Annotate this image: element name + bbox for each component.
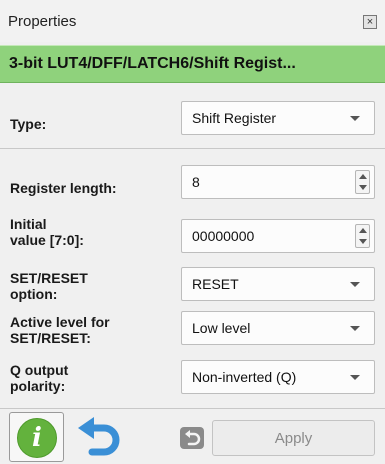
properties-titlebar: Properties × [0,0,385,42]
spin-buttons[interactable] [355,170,370,194]
q-output-polarity-select[interactable]: Non-inverted (Q) [181,360,375,394]
undo-icon [78,417,120,456]
initial-value-label: Initial value [7:0]: [10,216,84,248]
q-output-polarity-value: Non-inverted (Q) [192,369,297,385]
spin-buttons[interactable] [355,224,370,248]
chevron-down-icon [350,375,360,380]
set-reset-option-value: RESET [192,276,239,292]
active-level-select[interactable]: Low level [181,311,375,345]
register-length-value: 8 [192,174,200,190]
set-reset-option-select[interactable]: RESET [181,267,375,301]
properties-panel: Type: Shift Register Register length: 8 … [0,84,385,406]
spin-up-icon[interactable] [359,174,367,179]
register-length-label: Register length: [10,180,117,196]
q-output-polarity-label: Q output polarity: [10,362,69,394]
apply-button[interactable]: Apply [212,420,375,456]
spin-down-icon[interactable] [359,185,367,190]
spin-down-icon[interactable] [359,239,367,244]
active-level-value: Low level [192,320,251,336]
reset-button[interactable] [180,427,204,449]
chevron-down-icon [350,116,360,121]
divider [0,148,385,149]
register-length-spinbox[interactable]: 8 [181,165,375,199]
undo-button[interactable] [74,416,126,460]
block-title: 3-bit LUT4/DFF/LATCH6/Shift Regist... [9,55,296,72]
info-icon: i [17,418,57,458]
type-label: Type: [10,116,47,132]
initial-value-spinbox[interactable]: 00000000 [181,219,375,253]
type-value: Shift Register [192,110,277,126]
undo-small-icon [185,430,201,446]
initial-value-value: 00000000 [192,228,255,244]
info-button[interactable]: i [9,412,64,462]
chevron-down-icon [350,326,360,331]
set-reset-option-label: SET/RESET option: [10,270,88,302]
chevron-down-icon [350,282,360,287]
spin-up-icon[interactable] [359,228,367,233]
window-title: Properties [8,13,77,30]
type-select[interactable]: Shift Register [181,101,375,135]
apply-button-label: Apply [274,430,313,447]
block-header: 3-bit LUT4/DFF/LATCH6/Shift Regist... [0,45,385,83]
close-icon[interactable]: × [363,15,377,29]
active-level-label: Active level for SET/RESET: [10,314,110,346]
